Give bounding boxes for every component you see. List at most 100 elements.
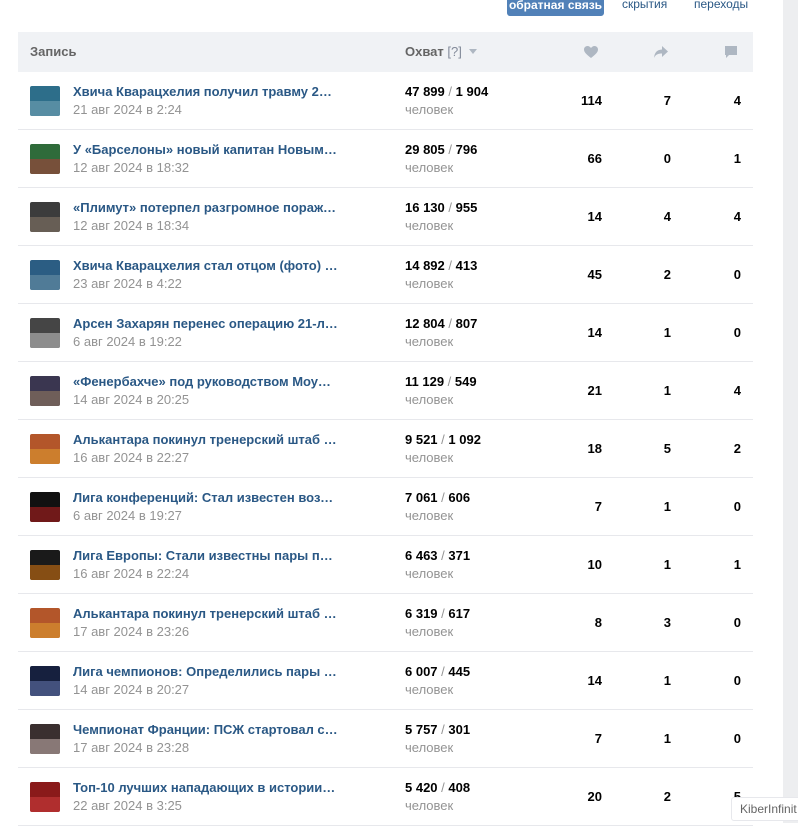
shares-count: 4 [663,209,671,224]
likes-count: 21 [587,383,602,398]
comments-count: 1 [733,151,741,166]
reach-unit: человек [405,392,454,407]
table-row: Алькантара покинул тренерский штаб «Ромы… [18,420,753,478]
shares-count: 3 [663,615,671,630]
reach-total: 7 061 [405,490,438,505]
watermark: KiberInfinit [731,797,798,821]
reach-separator: / [448,200,453,215]
reach-total: 14 892 [405,258,445,273]
reach-unit: человек [405,276,454,291]
reach-total: 5 757 [405,722,438,737]
tab-hidden[interactable]: скрытия [622,0,667,12]
table-row: Лига Европы: Стали известны пары плей-оф… [18,536,753,594]
table-row: Лига конференций: Стал известен возможны… [18,478,753,536]
post-thumbnail[interactable] [30,608,60,638]
post-title-link[interactable]: Хвича Кварацхелия получил травму 23-летн… [73,84,338,99]
shares-count: 1 [663,673,671,688]
likes-count: 14 [587,673,602,688]
table-row: Чемпионат Франции: ПСЖ стартовал с побед… [18,710,753,768]
shares-count: 5 [663,441,671,456]
post-thumbnail[interactable] [30,202,60,232]
comments-count: 2 [733,441,741,456]
table-row: Хвича Кварацхелия стал отцом (фото) 23-л… [18,246,753,304]
post-thumbnail[interactable] [30,434,60,464]
post-title-link[interactable]: Лига Европы: Стали известны пары плей-оф… [73,548,338,563]
post-title-link[interactable]: «Плимут» потерпел разгромное поражение [73,200,338,215]
reach-unit: человек [405,334,454,349]
post-thumbnail[interactable] [30,550,60,580]
shares-count: 7 [663,93,671,108]
post-title-link[interactable]: Хвича Кварацхелия стал отцом (фото) 23-л… [73,258,338,273]
post-thumbnail[interactable] [30,492,60,522]
post-title-link[interactable]: Алькантара покинул тренерский штаб «Ромы… [73,606,338,621]
heart-icon[interactable] [583,44,599,60]
posts-table: Запись Охват [?] Хвича Кварацхелия получ… [18,32,753,826]
post-title-link[interactable]: У «Барселоны» новый капитан Новым капита… [73,142,338,157]
post-date: 23 авг 2024 в 4:22 [73,276,182,291]
reach-unit: человек [405,798,454,813]
reach-total: 6 463 [405,548,438,563]
post-title-link[interactable]: Лига чемпионов: Определились пары плей-о… [73,664,338,679]
likes-count: 45 [587,267,602,282]
comment-icon[interactable] [723,44,739,60]
comments-count: 4 [733,383,741,398]
reach-viral: 617 [448,606,471,621]
reach-help[interactable]: [?] [447,44,461,59]
post-title-link[interactable]: «Фенербахче» под руководством Моуриньо [73,374,338,389]
post-date: 21 авг 2024 в 2:24 [73,102,182,117]
post-title-link[interactable]: Топ-10 лучших нападающих в истории англи… [73,780,338,795]
post-thumbnail[interactable] [30,260,60,290]
likes-count: 18 [587,441,602,456]
post-title-link[interactable]: Алькантара покинул тренерский штаб «Ромы… [73,432,338,447]
tab-feedback[interactable]: обратная связь [507,0,604,16]
reach-viral: 606 [448,490,471,505]
table-row: «Плимут» потерпел разгромное поражение 1… [18,188,753,246]
sort-down-icon[interactable] [468,46,478,56]
post-title-link[interactable]: Чемпионат Франции: ПСЖ стартовал с побед… [73,722,338,737]
reach-viral: 1 904 [455,84,489,99]
reach-unit: человек [405,218,454,233]
comments-count: 0 [733,731,741,746]
post-thumbnail[interactable] [30,86,60,116]
reach-unit: человек [405,450,454,465]
post-thumbnail[interactable] [30,144,60,174]
likes-count: 10 [587,557,602,572]
reach-value: 14 892 / 413 [405,258,477,273]
post-thumbnail[interactable] [30,782,60,812]
post-date: 14 авг 2024 в 20:25 [73,392,190,407]
reach-viral: 301 [448,722,471,737]
reach-separator: / [441,606,445,621]
reach-total: 6 319 [405,606,438,621]
reach-unit: человек [405,566,454,581]
reach-total: 29 805 [405,142,445,157]
comments-count: 1 [733,557,741,572]
reach-viral: 371 [448,548,471,563]
post-date: 17 авг 2024 в 23:26 [73,624,190,639]
reach-viral: 445 [448,664,471,679]
likes-count: 8 [594,615,602,630]
reach-total: 47 899 [405,84,445,99]
reach-total: 6 007 [405,664,438,679]
post-date: 14 авг 2024 в 20:27 [73,682,190,697]
table-row: Хвича Кварацхелия получил травму 23-летн… [18,72,753,130]
reach-value: 47 899 / 1 904 [405,84,488,99]
reach-value: 11 129 / 549 [405,374,477,389]
shares-count: 2 [663,789,671,804]
reach-viral: 408 [448,780,471,795]
post-thumbnail[interactable] [30,318,60,348]
reach-value: 29 805 / 796 [405,142,477,157]
post-thumbnail[interactable] [30,724,60,754]
reach-unit: человек [405,160,454,175]
share-icon[interactable] [653,44,669,60]
post-thumbnail[interactable] [30,376,60,406]
post-thumbnail[interactable] [30,666,60,696]
post-date: 12 авг 2024 в 18:32 [73,160,190,175]
post-title-link[interactable]: Арсен Захарян перенес операцию 21-летний… [73,316,338,331]
table-row: У «Барселоны» новый капитан Новым капита… [18,130,753,188]
tab-clicks[interactable]: переходы [694,0,748,12]
reach-unit: человек [405,508,454,523]
post-title-link[interactable]: Лига конференций: Стал известен возможны… [73,490,338,505]
shares-count: 1 [663,325,671,340]
column-reach[interactable]: Охват [?] [405,32,478,72]
likes-count: 114 [581,93,602,108]
